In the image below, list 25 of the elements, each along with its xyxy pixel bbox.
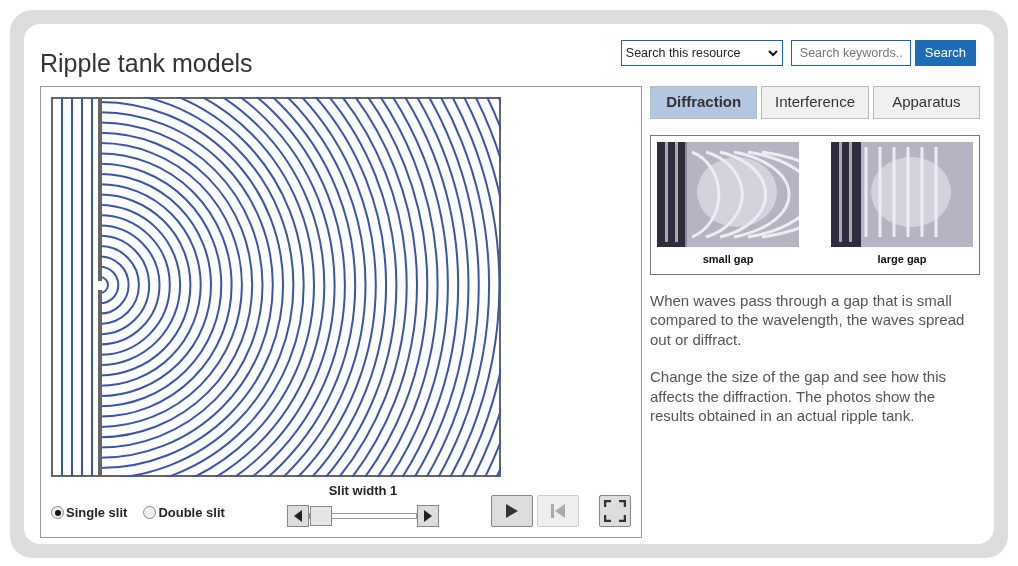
fullscreen-button[interactable] xyxy=(599,494,631,527)
fullscreen-icon xyxy=(604,499,626,522)
scope-dropdown[interactable]: Search this resource xyxy=(620,40,783,66)
description-text: When waves pass through a gap that is small compared to the wavelength, the waves spread out or diffract. xyxy=(650,290,966,349)
slider-thumb[interactable] xyxy=(310,505,332,526)
tab[interactable]: Diffraction xyxy=(650,86,758,119)
tab[interactable]: Interference xyxy=(761,86,869,119)
search-field[interactable]: Search keywords.. xyxy=(790,40,911,66)
increase-button[interactable] xyxy=(417,504,439,527)
radio-option[interactable]: Double slit xyxy=(143,503,225,523)
photo-caption: large gap xyxy=(876,252,928,267)
photo-caption: small gap xyxy=(701,252,755,267)
page-title: Ripple tank models xyxy=(40,48,253,78)
right-arrow-icon xyxy=(423,509,433,522)
left-arrow-icon xyxy=(293,509,303,522)
skip-back-icon xyxy=(550,502,566,519)
description-text: Change the size of the gap and see how this affects the diffraction. The photos show the results obtained in an actual ripple tank. xyxy=(650,367,948,426)
play-icon xyxy=(505,502,519,519)
radio-option[interactable]: Single slit xyxy=(51,503,128,523)
decrease-button[interactable] xyxy=(287,504,309,527)
tab[interactable]: Apparatus xyxy=(872,86,980,119)
slider-label: Slit width 1 xyxy=(328,482,398,500)
search-button[interactable]: Search xyxy=(914,40,976,66)
chevron-icon xyxy=(767,49,778,57)
play-button[interactable] xyxy=(491,494,533,527)
